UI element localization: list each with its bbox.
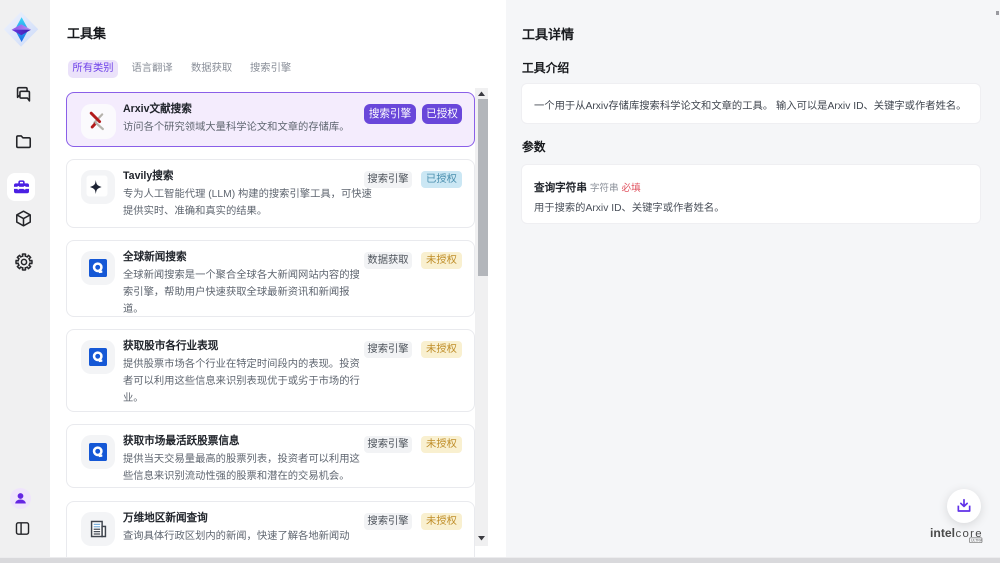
svg-text:ULTRA: ULTRA (971, 539, 983, 543)
svg-text:intel: intel (930, 526, 955, 540)
